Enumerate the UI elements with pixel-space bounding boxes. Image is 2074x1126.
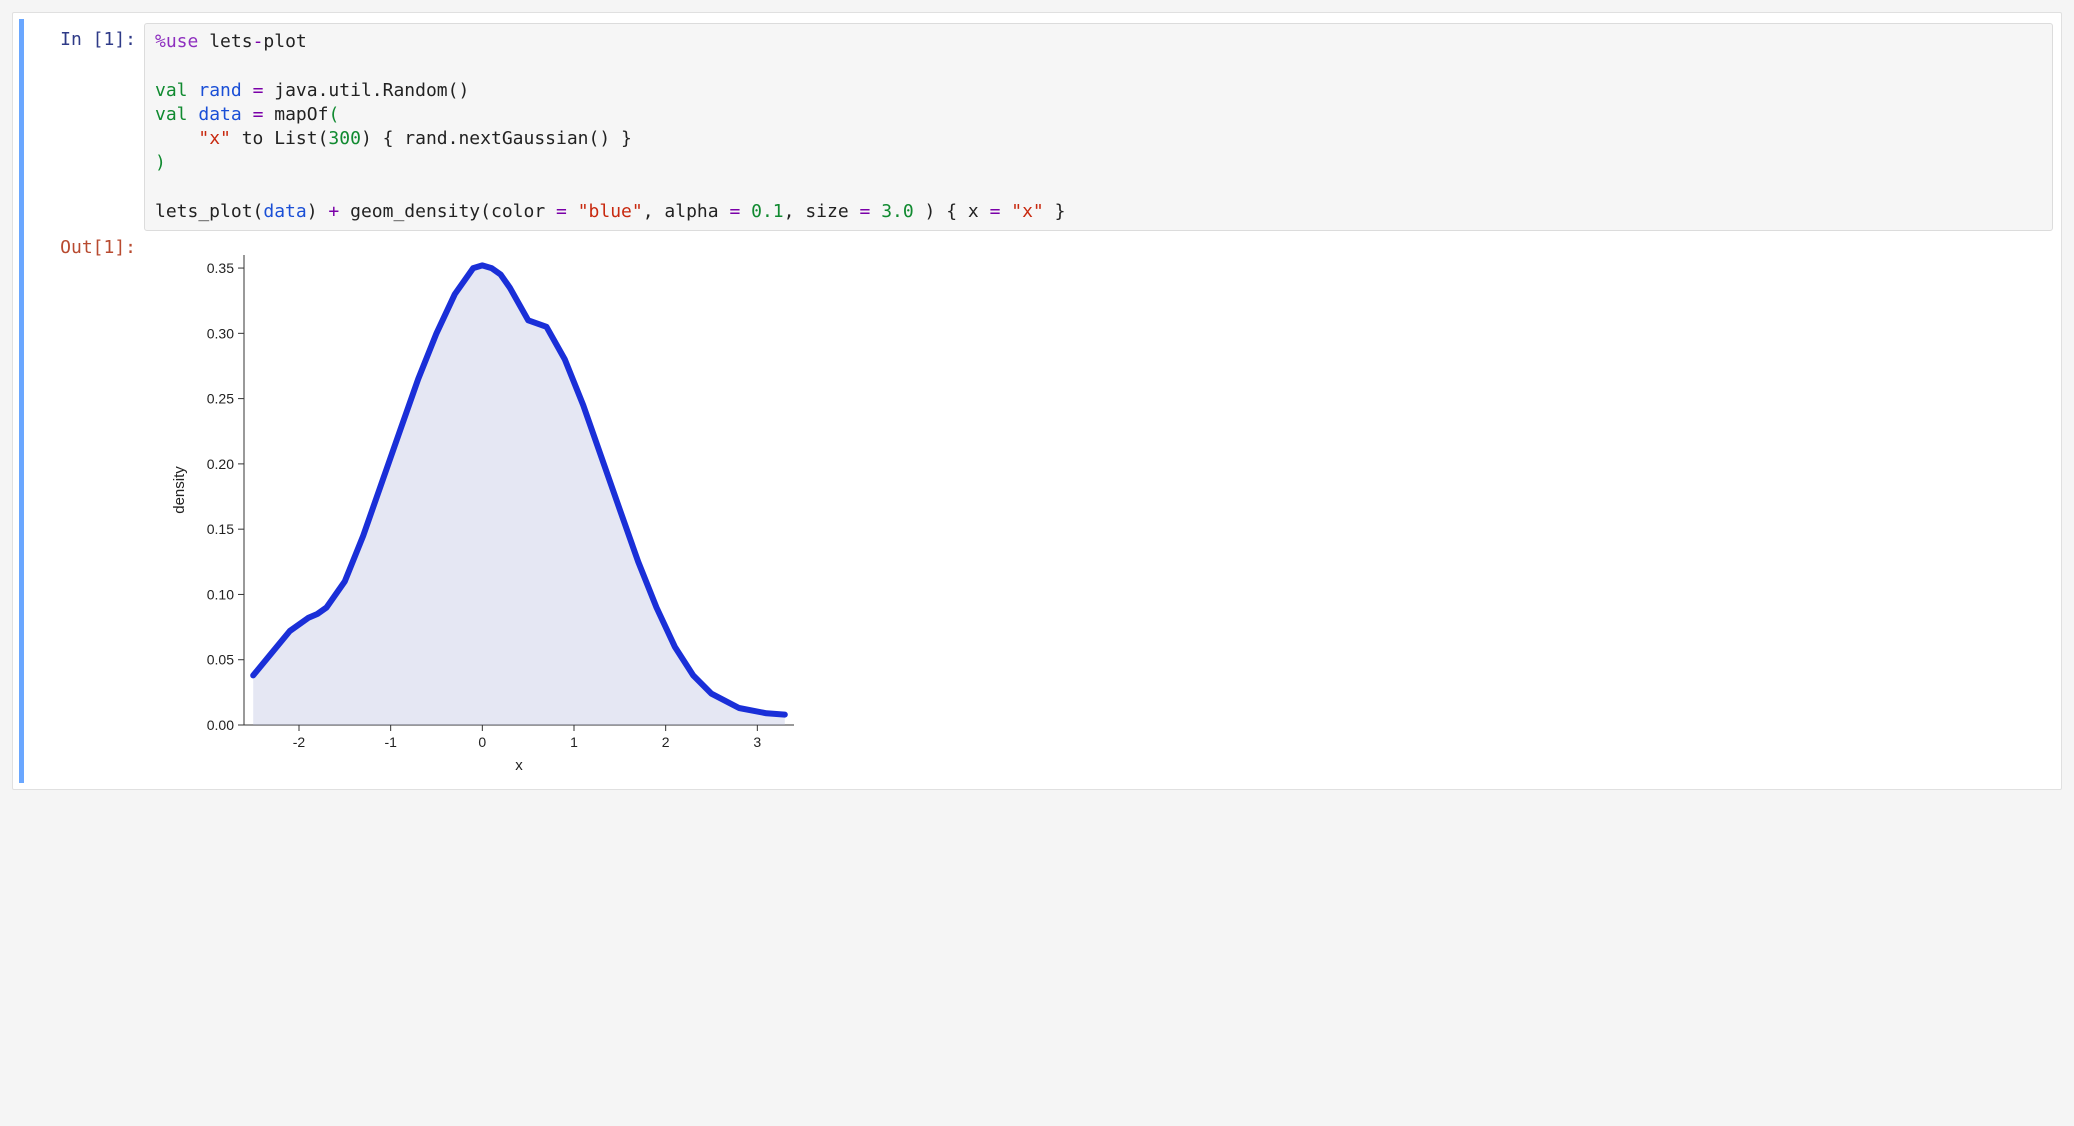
plot-body: 0.00 0.05 0.10 0.15 0.20 0.25 0.30 0.35 -2 -1 0 1 2… <box>171 255 794 774</box>
code-token: = <box>729 201 740 222</box>
svg-text:0.30: 0.30 <box>207 326 234 342</box>
code-token <box>1000 201 1011 222</box>
y-ticks: 0.00 0.05 0.10 0.15 0.20 0.25 0.30 0.35 <box>207 260 244 733</box>
code-token: 0.1 <box>751 201 784 222</box>
code-token: lets_plot( <box>155 201 263 222</box>
code-token: to List( <box>231 128 329 149</box>
code-token: = <box>860 201 871 222</box>
code-token: , size <box>784 201 860 222</box>
code-token: ) <box>155 152 166 173</box>
code-token: val <box>155 104 188 125</box>
svg-text:0: 0 <box>478 734 486 750</box>
x-axis-label: x <box>515 757 523 774</box>
input-row: In [1]: %use lets-plot val rand = java.u… <box>24 23 2053 231</box>
code-token: = <box>253 104 264 125</box>
svg-text:0.00: 0.00 <box>207 717 234 733</box>
input-prompt: In [1]: <box>24 23 144 50</box>
code-token <box>870 201 881 222</box>
code-token <box>740 201 751 222</box>
svg-text:0.15: 0.15 <box>207 522 234 538</box>
code-token: = <box>556 201 567 222</box>
code-token: } <box>1044 201 1066 222</box>
notebook-container: In [1]: %use lets-plot val rand = java.u… <box>12 12 2062 790</box>
code-token: data <box>263 201 306 222</box>
code-cell: In [1]: %use lets-plot val rand = java.u… <box>19 19 2053 783</box>
svg-text:-2: -2 <box>293 734 306 750</box>
code-token <box>155 128 198 149</box>
output-row: Out[1]: 0.00 0.05 0.10 0.15 0.20 0.25 0.30 0.35… <box>24 231 2053 779</box>
code-token: 3.0 <box>881 201 914 222</box>
svg-text:0.20: 0.20 <box>207 456 234 472</box>
code-token: "x" <box>198 128 231 149</box>
code-token: , alpha <box>643 201 730 222</box>
code-token: geom_density(color <box>339 201 556 222</box>
code-token: + <box>328 201 339 222</box>
code-token: "blue" <box>578 201 643 222</box>
density-fill <box>253 266 785 726</box>
svg-text:1: 1 <box>570 734 578 750</box>
code-token: java.util.Random() <box>274 80 469 101</box>
svg-text:0.25: 0.25 <box>207 391 234 407</box>
svg-text:2: 2 <box>662 734 670 750</box>
code-token: val <box>155 80 188 101</box>
code-token: data <box>198 104 241 125</box>
code-token: lets <box>209 31 252 52</box>
code-token: = <box>253 80 264 101</box>
code-token: ) { rand.nextGaussian() } <box>361 128 632 149</box>
code-token: mapOf <box>274 104 328 125</box>
code-token: ( <box>328 104 339 125</box>
code-editor[interactable]: %use lets-plot val rand = java.util.Rand… <box>144 23 2053 231</box>
code-token: %use <box>155 31 198 52</box>
code-token: - <box>253 31 264 52</box>
output-area: 0.00 0.05 0.10 0.15 0.20 0.25 0.30 0.35 -2 -1 0 1 2… <box>144 231 2053 779</box>
y-axis-label: density <box>171 466 188 514</box>
svg-text:-1: -1 <box>384 734 397 750</box>
svg-text:0.05: 0.05 <box>207 652 234 668</box>
code-token: plot <box>263 31 306 52</box>
svg-text:0.10: 0.10 <box>207 587 234 603</box>
code-token: ) { x <box>914 201 990 222</box>
code-token: ) <box>307 201 329 222</box>
code-token: = <box>990 201 1001 222</box>
code-token <box>567 201 578 222</box>
output-prompt: Out[1]: <box>24 231 144 258</box>
x-ticks: -2 -1 0 1 2 3 <box>293 725 762 750</box>
code-token: 300 <box>328 128 361 149</box>
svg-text:0.35: 0.35 <box>207 260 234 276</box>
density-plot: 0.00 0.05 0.10 0.15 0.20 0.25 0.30 0.35 -2 -1 0 1 2… <box>154 235 834 775</box>
code-token: rand <box>198 80 241 101</box>
code-token: "x" <box>1011 201 1044 222</box>
svg-text:3: 3 <box>753 734 761 750</box>
